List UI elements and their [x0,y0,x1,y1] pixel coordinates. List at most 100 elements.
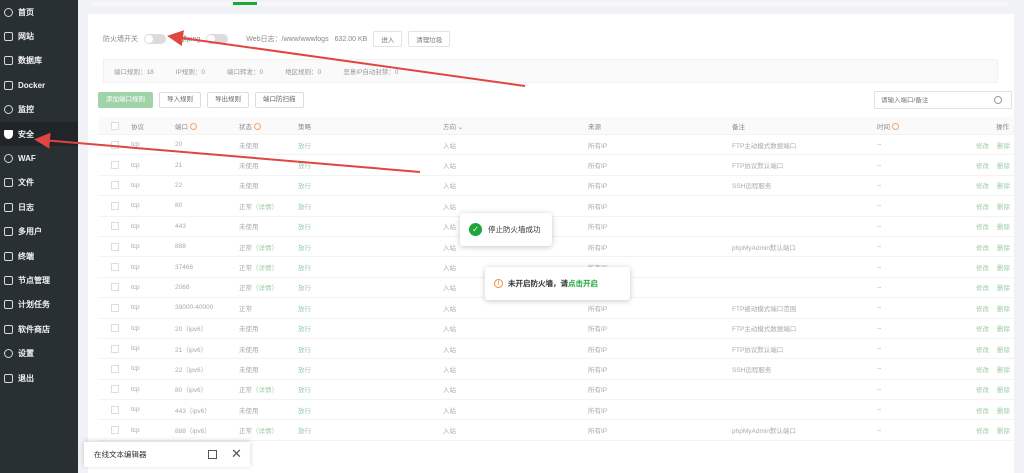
cell-remark: SSH远程服务 [732,366,772,374]
sidebar-item-7[interactable]: 文件 [0,171,78,195]
enable-firewall-link[interactable]: 点击开启 [568,278,598,289]
sidebar-item-14[interactable]: 设置 [0,341,78,365]
edit-rule-link[interactable]: 修改 [976,183,989,190]
edit-rule-link[interactable]: 修改 [976,285,989,292]
edit-rule-link[interactable]: 修改 [976,265,989,272]
delete-rule-link[interactable]: 删除 [997,204,1010,211]
cell-strategy: 放行 [298,387,311,395]
header-direction[interactable]: 方向 ⌄ [443,121,463,131]
row-checkbox[interactable] [111,201,119,210]
row-checkbox[interactable] [111,405,119,414]
sidebar-item-3[interactable]: Docker [0,73,78,97]
add-port-rule-button[interactable]: 添加端口规则 [98,92,153,108]
sidebar-item-9[interactable]: 多用户 [0,220,78,244]
sidebar-item-1[interactable]: 网站 [0,24,78,48]
edit-rule-link[interactable]: 修改 [976,408,989,415]
status-detail-link[interactable]: （详情） [252,265,278,272]
cell-port: 22（ipv6） [175,366,208,374]
clear-button[interactable]: 清理垃圾 [408,31,451,47]
check-circle-icon: ✓ [469,223,482,236]
row-checkbox[interactable] [111,344,119,353]
delete-rule-link[interactable]: 删除 [997,326,1010,333]
delete-rule-link[interactable]: 删除 [997,387,1010,394]
sidebar-item-11[interactable]: 节点管理 [0,268,78,292]
search-icon[interactable] [994,96,1002,104]
sidebar-item-15[interactable]: 退出 [0,366,78,390]
sidebar-item-8[interactable]: 日志 [0,195,78,219]
cell-strategy: 放行 [298,346,311,354]
header-strategy[interactable]: 策略 [298,121,311,131]
delete-rule-link[interactable]: 删除 [997,143,1010,150]
ping-toggle[interactable] [206,34,229,44]
delete-rule-link[interactable]: 删除 [997,428,1010,435]
edit-rule-link[interactable]: 修改 [976,204,989,211]
firewall-toggle[interactable] [144,34,166,44]
delete-rule-link[interactable]: 删除 [997,163,1010,170]
row-checkbox[interactable] [111,426,119,435]
row-checkbox[interactable] [111,242,119,251]
row-checkbox[interactable] [111,222,119,231]
status-detail-link[interactable]: （详情） [252,285,278,292]
header-time[interactable]: 时间 [877,121,899,131]
delete-rule-link[interactable]: 删除 [997,285,1010,292]
port-scan-button[interactable]: 端口防扫描 [255,92,304,108]
edit-rule-link[interactable]: 修改 [976,224,989,231]
sidebar-item-0[interactable]: 首页 [0,0,78,24]
delete-rule-link[interactable]: 删除 [997,347,1010,354]
cell-protocol: tcp [131,202,140,210]
row-checkbox[interactable] [111,140,119,149]
cell-direction: 入站 [443,265,456,273]
edit-rule-link[interactable]: 修改 [976,387,989,394]
row-checkbox[interactable] [111,161,119,170]
delete-rule-link[interactable]: 删除 [997,224,1010,231]
sidebar-item-10[interactable]: 终端 [0,244,78,268]
edit-rule-link[interactable]: 修改 [976,143,989,150]
header-port[interactable]: 端口 [175,121,197,131]
row-checkbox[interactable] [111,324,119,333]
active-tab-indicator [233,2,257,5]
delete-rule-link[interactable]: 删除 [997,245,1010,252]
row-checkbox[interactable] [111,303,119,312]
sidebar-item-6[interactable]: WAF [0,146,78,170]
header-status[interactable]: 状态 [239,121,261,131]
edit-rule-link[interactable]: 修改 [976,306,989,313]
delete-rule-link[interactable]: 删除 [997,265,1010,272]
edit-rule-link[interactable]: 修改 [976,326,989,333]
search-input[interactable] [875,96,990,104]
row-checkbox[interactable] [111,283,119,292]
delete-rule-link[interactable]: 删除 [997,183,1010,190]
restore-window-icon[interactable] [208,450,217,459]
edit-rule-link[interactable]: 修改 [976,347,989,354]
close-icon[interactable]: ✕ [231,446,242,462]
sidebar-item-13[interactable]: 软件商店 [0,317,78,341]
sidebar-item-4[interactable]: 监控 [0,98,78,122]
edit-rule-link[interactable]: 修改 [976,367,989,374]
row-checkbox[interactable] [111,263,119,272]
cell-status: 正常（详情） [239,262,278,272]
row-checkbox[interactable] [111,364,119,373]
edit-rule-link[interactable]: 修改 [976,428,989,435]
edit-rule-link[interactable]: 修改 [976,245,989,252]
row-checkbox[interactable] [111,181,119,190]
export-rules-button[interactable]: 导出规则 [207,92,249,108]
status-detail-link[interactable]: （详情） [252,245,278,252]
delete-rule-link[interactable]: 删除 [997,306,1010,313]
sidebar-item-5[interactable]: 安全 [0,121,78,147]
sidebar-item-12[interactable]: 计划任务 [0,293,78,317]
delete-rule-link[interactable]: 删除 [997,408,1010,415]
edit-rule-link[interactable]: 修改 [976,163,989,170]
sidebar-item-2[interactable]: 数据库 [0,49,78,73]
status-detail-link[interactable]: （详情） [252,387,278,394]
status-detail-link[interactable]: （详情） [252,204,278,211]
import-rules-button[interactable]: 导入规则 [159,92,201,108]
header-remark[interactable]: 备注 [732,121,745,131]
delete-rule-link[interactable]: 删除 [997,367,1010,374]
header-protocol[interactable]: 协议 [131,121,144,131]
select-all-checkbox[interactable] [111,121,119,130]
goto-button[interactable]: 进入 [373,31,403,47]
status-text: 未使用 [239,326,259,334]
row-checkbox[interactable] [111,385,119,394]
text-editor-minibar[interactable]: 在线文本编辑器 ✕ [84,442,250,467]
status-detail-link[interactable]: （详情） [252,428,278,435]
header-source[interactable]: 来源 [588,121,601,131]
